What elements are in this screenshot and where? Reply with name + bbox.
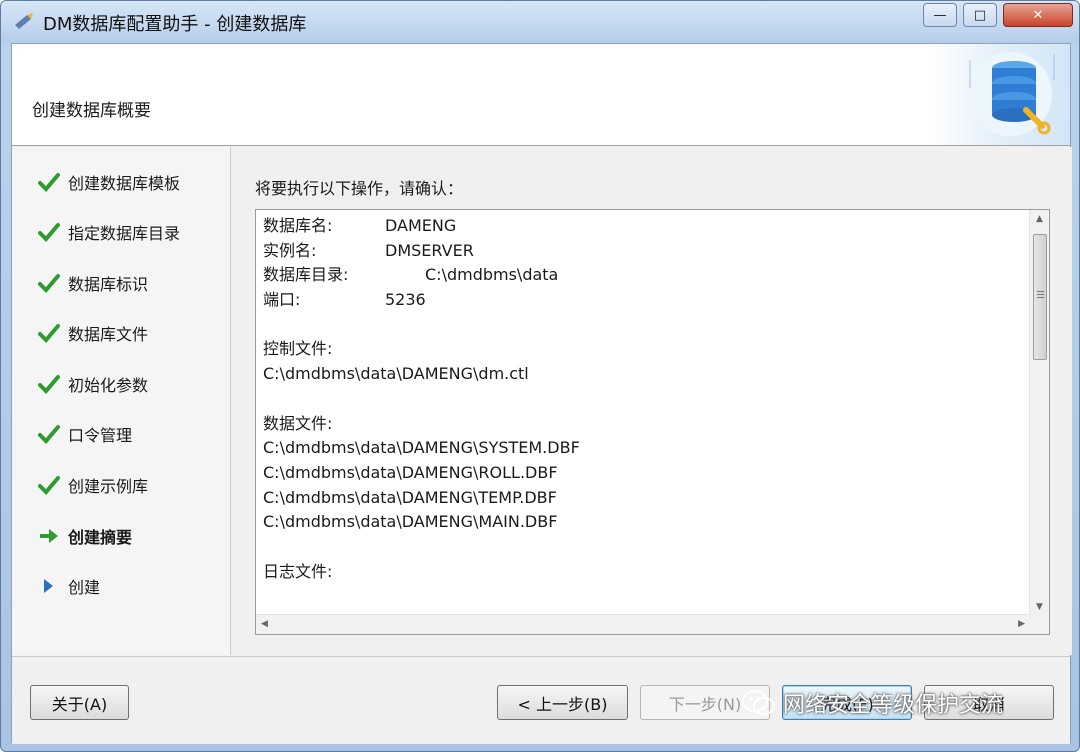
step-db-identity: 数据库标识 [38,270,148,296]
checkmark-icon [38,272,68,294]
scroll-down-icon[interactable]: ▼ [1036,602,1043,612]
checkmark-icon [38,423,68,445]
header-band: 创建数据库概要 [12,44,1070,146]
database-config-icon [968,52,1055,136]
file-path: C:\dmdbms\data\DAMENG\MAIN.DBF [263,512,558,532]
file-path: C:\dmdbms\data\DAMENG\ROLL.DBF [263,462,558,482]
step-db-files: 数据库文件 [38,320,148,346]
field-key: 端口: [263,290,301,310]
grip-icon [1037,291,1044,292]
summary-row: 实例名: DMSERVER [263,239,1023,264]
step-label: 创建 [68,578,101,597]
step-sample-db: 创建示例库 [38,472,148,498]
step-label: 创建摘要 [68,528,133,547]
about-button[interactable]: 关于(A) [30,685,129,720]
step-create: 创建 [38,573,100,599]
scroll-right-icon[interactable]: ▶ [1018,619,1025,629]
scroll-left-icon[interactable]: ◀ [261,619,268,629]
field-key: 数据库名: [263,216,333,235]
close-button[interactable]: ✕ [1003,3,1073,27]
header-art [930,44,1070,145]
field-key: 实例名: [263,240,317,260]
back-button[interactable]: < 上一步(B) [497,685,628,720]
step-label: 数据库文件 [68,325,149,344]
confirm-prompt: 将要执行以下操作，请确认： [255,179,464,198]
step-label: 数据库标识 [68,275,149,294]
summary-textbox[interactable]: 数据库名: DAMENG 实例名: DMSERVER 数据库目录: C:\dmdbms… [255,209,1050,635]
step-label: 口令管理 [68,426,133,445]
window-title: DM数据库配置助手 - 创建数据库 [43,14,307,35]
step-create-template: 创建数据库模板 [38,169,180,195]
scroll-up-icon[interactable]: ▲ [1036,214,1043,224]
field-value: 5236 [385,290,426,310]
section-header: 控制文件: [263,339,333,359]
maximize-button[interactable]: □ [963,3,997,27]
step-label: 创建示例库 [68,477,149,496]
file-path: C:\dmdbms\data\DAMENG\TEMP.DBF [263,487,557,507]
field-value: C:\dmdbms\data [425,265,559,285]
step-init-params: 初始化参数 [38,371,148,397]
section-header: 日志文件: [263,561,333,581]
step-password-mgmt: 口令管理 [38,421,132,447]
dialog-client: 创建数据库概要 创建数据库模板 指定数据库目录 数据库标识 数据库文件 初始化参… [11,43,1072,744]
horizontal-scrollbar[interactable]: ◀ ▶ [256,614,1031,634]
checkmark-icon [38,322,68,344]
step-label: 初始化参数 [68,376,149,395]
file-path: C:\dmdbms\data\DAMENG\SYSTEM.DBF [263,438,580,458]
steps-sidebar: 创建数据库模板 指定数据库目录 数据库标识 数据库文件 初始化参数 口令管理 创… [12,147,231,655]
summary-row: 数据库名: DAMENG [263,214,1023,239]
field-value: DAMENG [385,216,457,235]
app-icon [15,13,33,29]
file-path: C:\dmdbms\data\DAMENG\dm.ctl [263,364,529,384]
field-key: 数据库目录: [263,265,349,285]
minimize-button[interactable]: — [923,3,957,27]
step-label: 指定数据库目录 [68,224,181,243]
watermark: 网络安全等级保护交流 [741,683,1071,723]
main-panel: 将要执行以下操作，请确认： 数据库名: DAMENG 实例名: DMSERVER 数… [232,147,1072,655]
scroll-corner [1029,614,1049,634]
dialog-window: DM数据库配置助手 - 创建数据库 — □ ✕ 创建数据库概要 创建数据库模板 … [0,0,1080,752]
field-value: DMSERVER [385,240,474,260]
checkmark-icon [38,373,68,395]
watermark-text: 网络安全等级保护交流 [783,693,1004,718]
vertical-scrollbar[interactable]: ▲ ▼ [1029,210,1049,616]
summary-row: 数据库目录: C:\dmdbms\data [263,263,1023,288]
step-db-directory: 指定数据库目录 [38,219,180,245]
checkmark-icon [38,474,68,496]
summary-row: 端口: 5236 [263,288,1023,313]
title-bar[interactable]: DM数据库配置助手 - 创建数据库 — □ ✕ [1,1,1079,43]
summary-content: 数据库名: DAMENG 实例名: DMSERVER 数据库目录: C:\dmdbms… [263,214,1023,606]
checkmark-icon [38,221,68,243]
triangle-right-icon [38,575,68,597]
step-summary: 创建摘要 [38,523,132,549]
step-label: 创建数据库模板 [68,174,181,193]
wechat-icon [742,690,775,715]
scroll-thumb[interactable] [1033,234,1047,360]
checkmark-icon [38,171,68,193]
page-title: 创建数据库概要 [32,101,151,121]
section-header: 数据文件: [263,413,333,433]
arrow-right-icon [38,525,68,547]
